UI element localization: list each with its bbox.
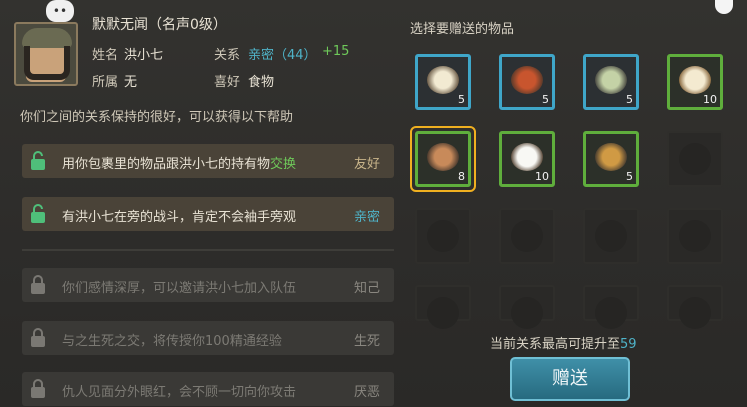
inventory-slot-veg-soup[interactable]: 5 xyxy=(583,54,639,110)
steamed-buns-icon xyxy=(679,66,711,94)
inventory-slot-empty[interactable] xyxy=(667,131,723,187)
inventory-slot-empty[interactable] xyxy=(583,208,639,264)
benefit-text: 用你包裹里的物品跟洪小七的持有物 xyxy=(62,157,271,172)
item-count: 5 xyxy=(542,93,549,106)
rice-bowl-icon xyxy=(511,143,543,171)
relation-label: 关系 xyxy=(214,48,241,63)
inventory-slot-empty[interactable] xyxy=(667,285,723,329)
hobby-label: 喜好 xyxy=(214,75,241,90)
benefit-tag: 友好 xyxy=(353,157,380,172)
benefit-row-hatred: 仇人见面分外眼红，会不顾一切向你攻击 厌恶 xyxy=(22,372,394,406)
relation-limit-text: 当前关系最高可提升至59 xyxy=(490,337,637,352)
lock-icon xyxy=(31,275,45,294)
benefit-text: 你们感情深厚，可以邀请洪小七加入队伍 xyxy=(62,281,297,296)
benefit-row-intimate: 有洪小七在旁的战斗，肯定不会袖手旁观 亲密 xyxy=(22,197,394,231)
emote-bubble-icon: •• xyxy=(46,0,74,22)
unlocked-icon xyxy=(31,151,45,170)
benefit-row-confidant: 你们感情深厚，可以邀请洪小七加入队伍 知己 xyxy=(22,268,394,302)
npc-portrait xyxy=(14,22,78,86)
skewers-icon xyxy=(595,143,627,171)
inventory-slot-empty[interactable] xyxy=(583,285,639,329)
inventory-slot-fried-dish[interactable]: 8 xyxy=(415,131,471,187)
gift-dialog: •• 默默无闻（名声0级） 姓名 洪小七 关系 亲密（44） +15 所属 无 … xyxy=(0,0,747,407)
faction-value: 无 xyxy=(124,75,138,90)
inventory-slot-empty[interactable] xyxy=(415,208,471,264)
fried-dish-icon xyxy=(427,143,459,171)
benefit-row-friendly: 用你包裹里的物品跟洪小七的持有物交换 友好 xyxy=(22,144,394,178)
item-count: 10 xyxy=(703,93,717,106)
benefit-row-lifeanddeath: 与之生死之交，将传授你100精通经验 生死 xyxy=(22,321,394,355)
meat-stew-icon xyxy=(511,66,543,94)
inventory-slot-skewers[interactable]: 5 xyxy=(583,131,639,187)
inventory-slot-rice-bowl[interactable]: 10 xyxy=(499,131,555,187)
name-value: 洪小七 xyxy=(124,48,164,63)
relation-limit-value: 59 xyxy=(620,337,637,352)
relation-value: 亲密（44） xyxy=(248,48,317,63)
inventory-slot-meat-stew[interactable]: 5 xyxy=(499,54,555,110)
divider xyxy=(22,249,394,251)
benefit-text: 有洪小七在旁的战斗，肯定不会袖手旁观 xyxy=(62,210,297,225)
give-button[interactable]: 赠送 xyxy=(510,357,630,401)
inventory-slot-empty[interactable] xyxy=(667,208,723,264)
relation-bonus: +15 xyxy=(322,44,350,59)
item-count: 5 xyxy=(458,93,465,106)
inventory-slot-empty[interactable] xyxy=(499,208,555,264)
faction-label: 所属 xyxy=(92,75,119,90)
benefit-tag: 生死 xyxy=(353,334,380,349)
lock-icon xyxy=(31,328,45,347)
benefit-tag: 知己 xyxy=(353,281,380,296)
inventory-slot-steamed-buns[interactable]: 10 xyxy=(667,54,723,110)
inventory-slot-egg-soup[interactable]: 5 xyxy=(415,54,471,110)
name-label: 姓名 xyxy=(92,48,119,63)
npc-title: 默默无闻（名声0级） xyxy=(92,17,227,33)
benefit-highlight: 交换 xyxy=(270,157,297,172)
item-count: 5 xyxy=(626,170,633,183)
gift-panel-title: 选择要赠送的物品 xyxy=(410,22,515,37)
item-count: 10 xyxy=(535,170,549,183)
benefit-text: 仇人见面分外眼红，会不顾一切向你攻击 xyxy=(62,385,297,400)
benefit-text: 与之生死之交，将传授你100精通经验 xyxy=(62,334,282,349)
lock-icon xyxy=(31,379,45,398)
relation-info-text: 你们之间的关系保持的很好，可以获得以下帮助 xyxy=(20,110,294,125)
item-count: 5 xyxy=(626,93,633,106)
inventory-slot-empty[interactable] xyxy=(415,285,471,329)
close-icon[interactable] xyxy=(715,0,733,14)
veg-soup-icon xyxy=(595,66,627,94)
unlocked-icon xyxy=(31,204,45,223)
inventory-slot-empty[interactable] xyxy=(499,285,555,329)
benefit-tag: 厌恶 xyxy=(353,385,380,400)
benefit-tag: 亲密 xyxy=(353,210,380,225)
hobby-value: 食物 xyxy=(248,75,275,90)
item-count: 8 xyxy=(458,170,465,183)
egg-soup-icon xyxy=(427,66,459,94)
